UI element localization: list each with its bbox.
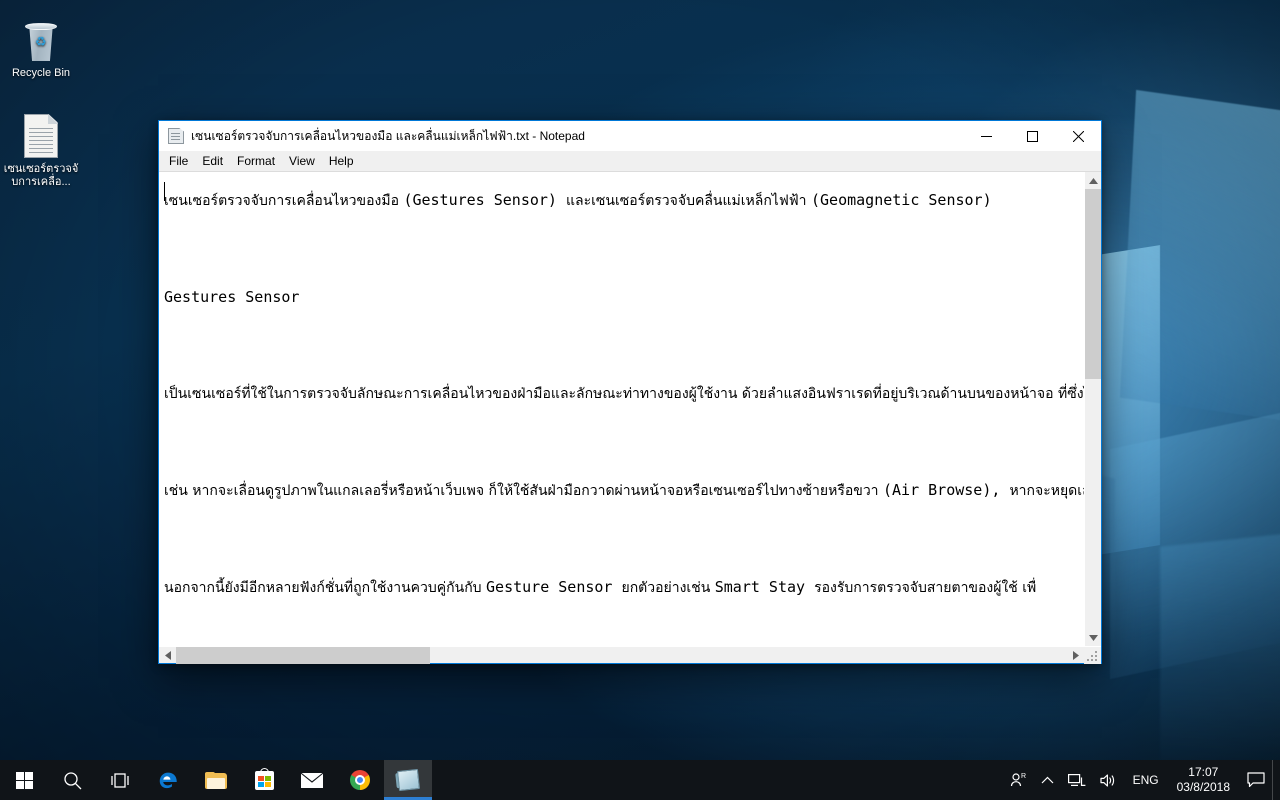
notepad-titlebar[interactable]: เซนเซอร์ตรวจจับการเคลื่อนไหวของมือ และคล… [159, 121, 1101, 151]
notepad-text-pane[interactable]: เซนเซอร์ตรวจจับการเคลื่อนไหวของมือ (Gest… [159, 172, 1084, 646]
task-view-icon [111, 772, 129, 788]
mail-icon [301, 772, 323, 788]
edge-icon [159, 772, 177, 789]
vertical-scroll-thumb[interactable] [1085, 189, 1101, 379]
volume-icon [1099, 773, 1114, 787]
chevron-up-icon [1041, 776, 1054, 783]
windows-logo-icon [15, 771, 33, 789]
show-desktop-button[interactable] [1272, 760, 1280, 800]
scroll-up-arrow[interactable] [1085, 172, 1101, 189]
taskbar-buttons[interactable] [0, 760, 432, 800]
task-view-button[interactable] [96, 760, 144, 800]
vertical-scrollbar[interactable] [1084, 172, 1101, 646]
notepad-text-line [164, 612, 1084, 646]
microsoft-store-button[interactable] [240, 760, 288, 800]
scroll-right-arrow[interactable] [1067, 647, 1084, 663]
notepad-taskbar-button[interactable] [384, 760, 432, 800]
volume-button[interactable] [1093, 760, 1125, 800]
notepad-text-line: นอกจากนี้ยังมีอีกหลายฟังก์ชั่นที่ถูกใช้ง… [164, 578, 1037, 596]
clock[interactable]: 17:07 03/8/2018 [1167, 760, 1240, 800]
taskbar-empty-area[interactable] [432, 760, 1002, 800]
network-button[interactable] [1061, 760, 1093, 800]
network-icon [1067, 773, 1085, 786]
vertical-scroll-track[interactable] [1085, 189, 1101, 629]
text-file-icon [3, 110, 79, 158]
store-icon [254, 767, 274, 790]
show-hidden-icons-button[interactable] [1034, 760, 1061, 800]
resize-grip[interactable] [1084, 647, 1101, 664]
language-indicator[interactable]: ENG [1125, 760, 1167, 800]
menu-edit[interactable]: Edit [195, 152, 230, 171]
notepad-text-line [164, 418, 1084, 466]
search-icon [63, 771, 81, 789]
close-button[interactable] [1055, 121, 1101, 151]
desktop[interactable]: ♻ Recycle Bin เซนเซอร์ตรวจจับการเคลื่อ..… [0, 0, 1280, 800]
notepad-icon [394, 768, 420, 792]
action-center-icon [1247, 772, 1265, 788]
menu-view[interactable]: View [282, 152, 322, 171]
search-button[interactable] [48, 760, 96, 800]
people-icon: R [1010, 773, 1026, 787]
svg-text:R: R [1021, 773, 1026, 780]
notepad-text-line: เซนเซอร์ตรวจจับการเคลื่อนไหวของมือ (Gest… [164, 191, 992, 209]
people-button[interactable]: R [1002, 760, 1034, 800]
notepad-edit-area[interactable]: เซนเซอร์ตรวจจับการเคลื่อนไหวของมือ (Gest… [159, 171, 1101, 646]
notepad-text-content[interactable]: เซนเซอร์ตรวจจับการเคลื่อนไหวของมือ (Gest… [164, 176, 1084, 646]
desktop-icon-label: เซนเซอร์ตรวจจับการเคลื่อ... [3, 163, 79, 188]
horizontal-scroll-track[interactable] [176, 647, 1067, 664]
clock-time: 17:07 [1188, 765, 1219, 779]
clock-date: 03/8/2018 [1176, 780, 1230, 794]
horizontal-scroll-thumb[interactable] [176, 647, 430, 664]
horizontal-scrollbar[interactable] [159, 646, 1101, 664]
menu-file[interactable]: File [162, 152, 195, 171]
desktop-icon-text-file[interactable]: เซนเซอร์ตรวจจับการเคลื่อ... [3, 110, 79, 189]
notepad-menubar[interactable]: File Edit Format View Help [159, 151, 1101, 171]
notepad-app-icon [168, 128, 184, 144]
scroll-left-arrow[interactable] [159, 647, 176, 663]
notepad-text-line [164, 321, 1084, 369]
maximize-button[interactable] [1009, 121, 1055, 151]
minimize-button[interactable] [963, 121, 1009, 151]
chrome-button[interactable] [336, 760, 384, 800]
chrome-icon [350, 770, 370, 790]
taskbar[interactable]: R ENG 17:07 03/8/2018 [0, 760, 1280, 800]
scroll-down-arrow[interactable] [1085, 629, 1101, 646]
desktop-icon-recycle-bin[interactable]: ♻ Recycle Bin [3, 14, 79, 80]
start-button[interactable] [0, 760, 48, 800]
menu-help[interactable]: Help [322, 152, 361, 171]
desktop-icon-label: Recycle Bin [11, 67, 71, 79]
notepad-title: เซนเซอร์ตรวจจับการเคลื่อนไหวของมือ และคล… [191, 128, 585, 143]
notepad-text-line: เป็นเซนเซอร์ที่ใช้ในการตรวจจับลักษณะการเ… [164, 386, 1084, 402]
recycle-bin-icon: ♻ [3, 14, 79, 62]
notepad-text-line: Gestures Sensor [164, 288, 300, 306]
menu-format[interactable]: Format [230, 152, 282, 171]
system-tray[interactable]: R ENG 17:07 03/8/2018 [1002, 760, 1280, 800]
window-controls[interactable] [963, 121, 1101, 151]
notepad-text-line: เช่น หากจะเลื่อนดูรูปภาพในแกลเลอรี่หรือห… [164, 481, 1084, 499]
notepad-text-line [164, 515, 1084, 563]
edge-button[interactable] [144, 760, 192, 800]
notepad-window[interactable]: เซนเซอร์ตรวจจับการเคลื่อนไหวของมือ และคล… [158, 120, 1102, 664]
notepad-text-line [164, 225, 1084, 273]
folder-icon [205, 771, 227, 789]
mail-button[interactable] [288, 760, 336, 800]
action-center-button[interactable] [1240, 760, 1272, 800]
file-explorer-button[interactable] [192, 760, 240, 800]
